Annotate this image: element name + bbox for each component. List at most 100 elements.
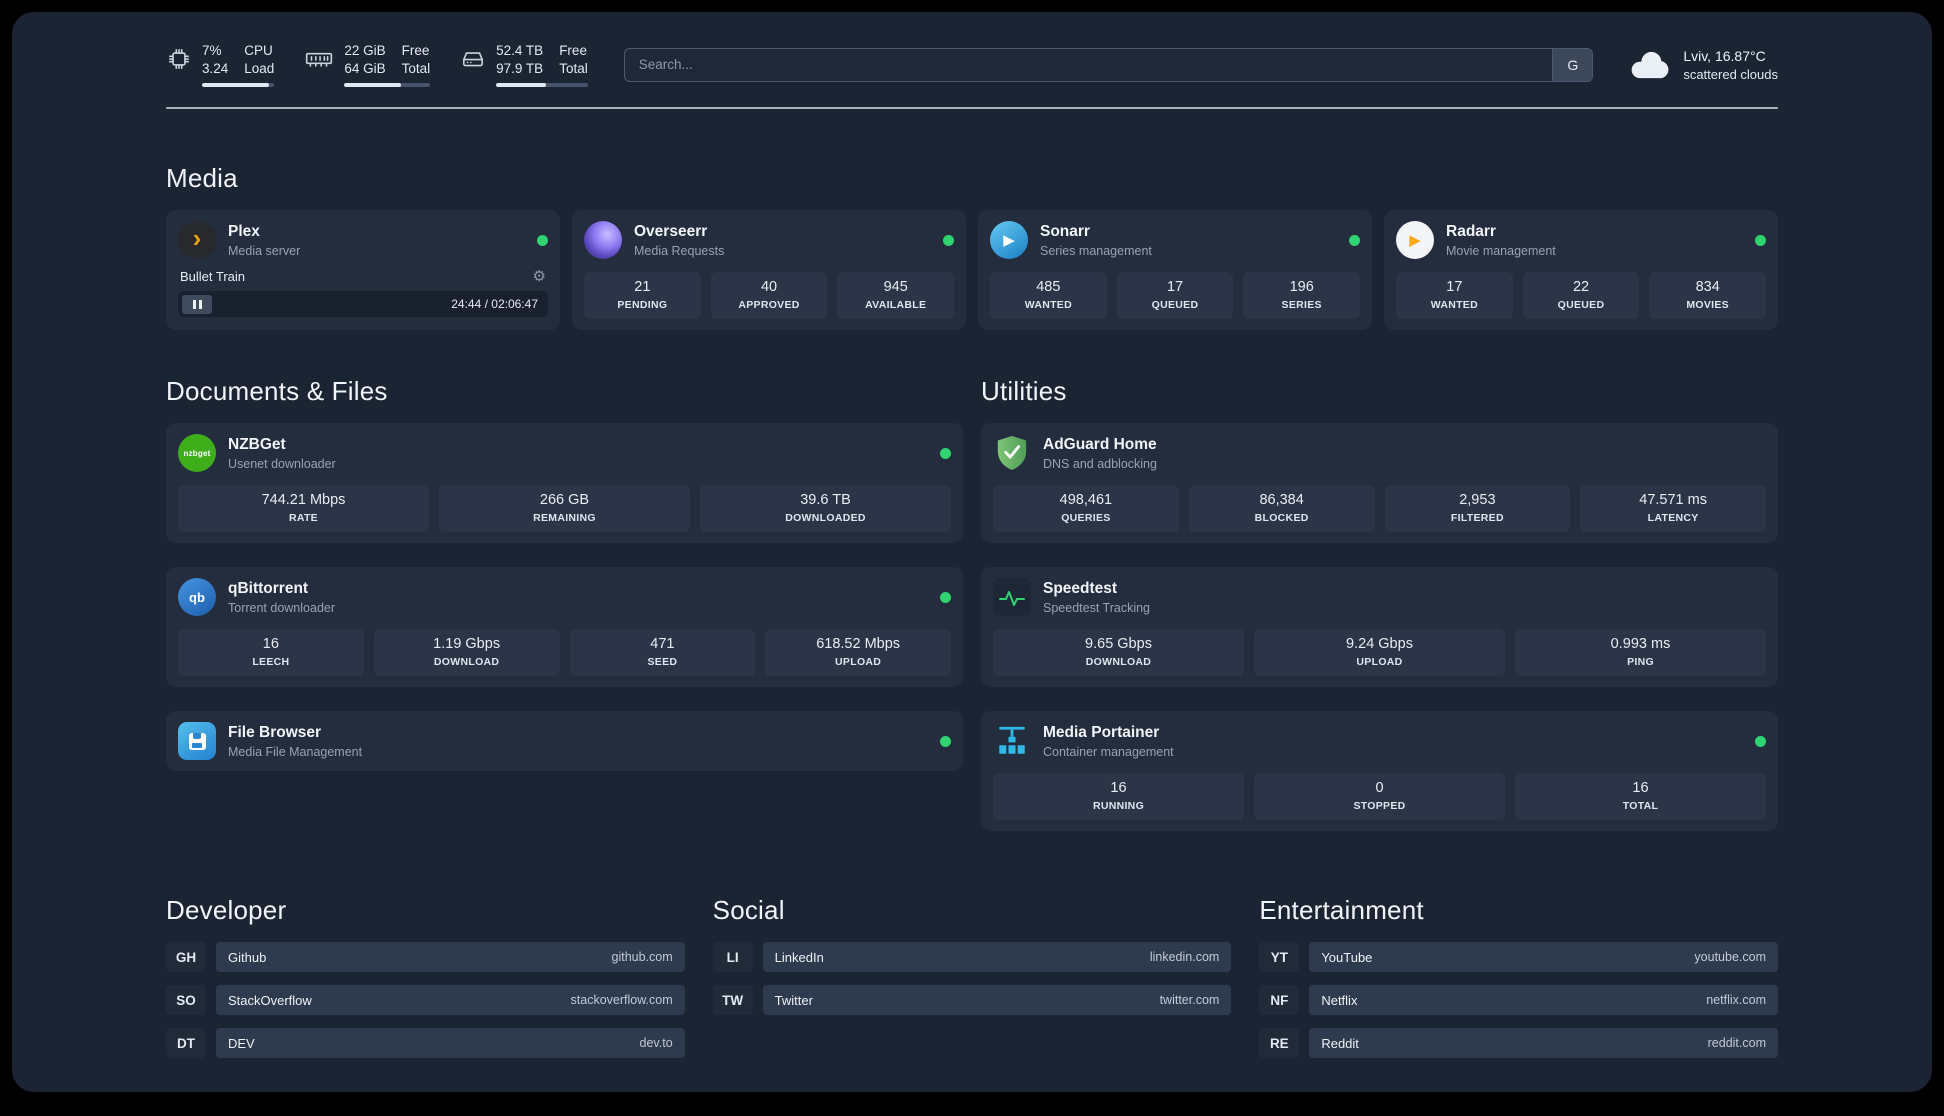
link-row-linkedin[interactable]: LI LinkedIn linkedin.com: [712, 942, 1232, 972]
status-dot: [940, 447, 951, 459]
link-row-reddit[interactable]: RE Reddit reddit.com: [1259, 1028, 1778, 1058]
adguard-shield-icon: [993, 434, 1031, 472]
link-abbr: NF: [1259, 985, 1300, 1015]
status-dot: [1755, 735, 1766, 747]
link-name: StackOverflow: [228, 992, 312, 1008]
link-row-netflix[interactable]: NF Netflix netflix.com: [1259, 985, 1778, 1015]
app-card-qbittorrent: qb qBittorrent Torrent downloader 16 LEEC…: [166, 567, 963, 687]
app-tile-speedtest[interactable]: Speedtest Speedtest Tracking: [993, 578, 1766, 616]
section-title-developer: Developer: [166, 895, 287, 925]
link-row-dev[interactable]: DT DEV dev.to: [166, 1028, 685, 1058]
app-tile-radarr[interactable]: ▶ Radarr Movie management: [1396, 221, 1766, 259]
app-description: Movie management: [1446, 243, 1556, 258]
status-dot: [943, 234, 954, 246]
app-tile-qbittorrent[interactable]: qb qBittorrent Torrent downloader: [178, 578, 951, 616]
section-title-utilities: Utilities: [981, 376, 1067, 406]
stat-approved: 40 APPROVED: [710, 272, 828, 319]
cpu-usage-widget: 7% 3.24 CPU Load: [166, 42, 275, 87]
stat-latency: 47.571 ms LATENCY: [1580, 485, 1766, 532]
link-name: Twitter: [774, 992, 813, 1008]
app-name: Radarr: [1446, 222, 1496, 240]
app-card-speedtest: Speedtest Speedtest Tracking 9.65 Gbps DO…: [981, 567, 1778, 687]
status-dot: [1755, 234, 1766, 246]
link-row-youtube[interactable]: YT YouTube youtube.com: [1259, 942, 1778, 972]
link-url: github.com: [611, 950, 673, 964]
stat-ping: 0.993 ms PING: [1515, 629, 1766, 676]
stat-queued: 17 QUEUED: [1116, 272, 1234, 319]
now-playing-title: Bullet Train: [180, 269, 246, 284]
weather-condition: scattered clouds: [1683, 66, 1778, 82]
topbar: 7% 3.24 CPU Load 22 GiB 64 GiB Free Tota…: [166, 42, 1778, 87]
disk-usage-widget: 52.4 TB 97.9 TB Free Total: [460, 42, 588, 87]
disk-progressbar: [496, 83, 588, 87]
link-name: Netflix: [1321, 992, 1358, 1008]
app-card-nzbget: nzbget NZBGet Usenet downloader 744.21 M…: [166, 423, 963, 543]
stat-pending: 21 PENDING: [584, 272, 701, 319]
link-abbr: RE: [1259, 1028, 1300, 1058]
link-name: Reddit: [1321, 1035, 1359, 1051]
app-name: NZBGet: [228, 435, 286, 453]
section-title-entertainment: Entertainment: [1259, 895, 1424, 925]
stat-downloaded: 39.6 TB DOWNLOADED: [700, 485, 951, 532]
portainer-crane-icon: [993, 722, 1031, 760]
app-tile-filebrowser[interactable]: File Browser Media File Management: [178, 722, 951, 760]
stat-filtered: 2,953 FILTERED: [1384, 485, 1571, 532]
app-name: qBittorrent: [228, 579, 309, 597]
link-abbr: SO: [166, 985, 206, 1015]
app-tile-nzbget[interactable]: nzbget NZBGet Usenet downloader: [178, 434, 951, 472]
stat-rate: 744.21 Mbps RATE: [178, 485, 429, 532]
stat-movies: 834 MOVIES: [1649, 272, 1767, 319]
cpu-percent: 7%: [202, 43, 222, 58]
link-name: LinkedIn: [774, 949, 824, 965]
search-input[interactable]: [623, 47, 1594, 82]
ram-usage-widget: 22 GiB 64 GiB Free Total: [304, 42, 431, 87]
app-name: File Browser: [228, 723, 322, 741]
link-abbr: LI: [712, 942, 753, 972]
link-url: reddit.com: [1707, 1036, 1766, 1050]
app-tile-adguard[interactable]: AdGuard Home DNS and adblocking: [993, 434, 1766, 472]
link-row-twitter[interactable]: TW Twitter twitter.com: [712, 985, 1232, 1015]
app-description: DNS and adblocking: [1043, 456, 1157, 471]
search-engine-button[interactable]: G: [1552, 48, 1593, 81]
stat-download: 9.65 Gbps DOWNLOAD: [993, 629, 1244, 676]
plex-icon: ›: [178, 221, 216, 259]
app-card-adguard: AdGuard Home DNS and adblocking 498,461 Q…: [981, 423, 1778, 543]
link-name: Github: [228, 949, 267, 965]
link-row-stackoverflow[interactable]: SO StackOverflow stackoverflow.com: [166, 985, 685, 1015]
stat-remaining: 266 GB REMAINING: [439, 485, 690, 532]
link-abbr: DT: [166, 1028, 206, 1058]
link-url: twitter.com: [1159, 993, 1220, 1007]
stat-leech: 16 LEECH: [178, 629, 364, 676]
app-tile-sonarr[interactable]: ▶ Sonarr Series management: [990, 221, 1360, 259]
disk-total-value: 97.9 TB: [496, 61, 544, 76]
app-name: Overseerr: [634, 222, 708, 240]
app-tile-plex[interactable]: › Plex Media server: [178, 221, 548, 259]
section-title-documents: Documents & Files: [166, 376, 388, 406]
speedtest-pulse-icon: [993, 578, 1031, 616]
pause-button[interactable]: [182, 294, 212, 314]
link-name: DEV: [228, 1035, 255, 1051]
ram-free-label: Free: [401, 43, 430, 58]
app-description: Media server: [228, 243, 301, 258]
cpu-progressbar: [202, 83, 275, 87]
player-time: 24:44 / 02:06:47: [451, 297, 538, 311]
stat-seed: 471 SEED: [569, 629, 756, 676]
link-url: stackoverflow.com: [570, 993, 673, 1007]
status-dot: [940, 591, 951, 603]
gear-icon[interactable]: ⚙: [533, 269, 546, 284]
link-row-github[interactable]: GH Github github.com: [166, 942, 685, 972]
stat-download: 1.19 Gbps DOWNLOAD: [373, 629, 560, 676]
cloud-icon: [1631, 51, 1669, 78]
app-name: Speedtest: [1043, 579, 1118, 597]
app-description: Media File Management: [228, 744, 363, 759]
app-tile-overseerr[interactable]: Overseerr Media Requests: [584, 221, 954, 259]
app-tile-portainer[interactable]: Media Portainer Container management: [993, 722, 1766, 760]
app-card-radarr: ▶ Radarr Movie management 17 WANTED 22 QUE…: [1384, 210, 1778, 330]
status-dot: [1349, 234, 1360, 246]
ram-total-value: 64 GiB: [344, 61, 386, 76]
app-card-sonarr: ▶ Sonarr Series management 485 WANTED 17 Q…: [978, 210, 1372, 330]
app-description: Speedtest Tracking: [1043, 600, 1151, 615]
radarr-icon: ▶: [1396, 221, 1434, 259]
app-card-filebrowser: File Browser Media File Management: [166, 711, 963, 771]
link-abbr: GH: [166, 942, 206, 972]
